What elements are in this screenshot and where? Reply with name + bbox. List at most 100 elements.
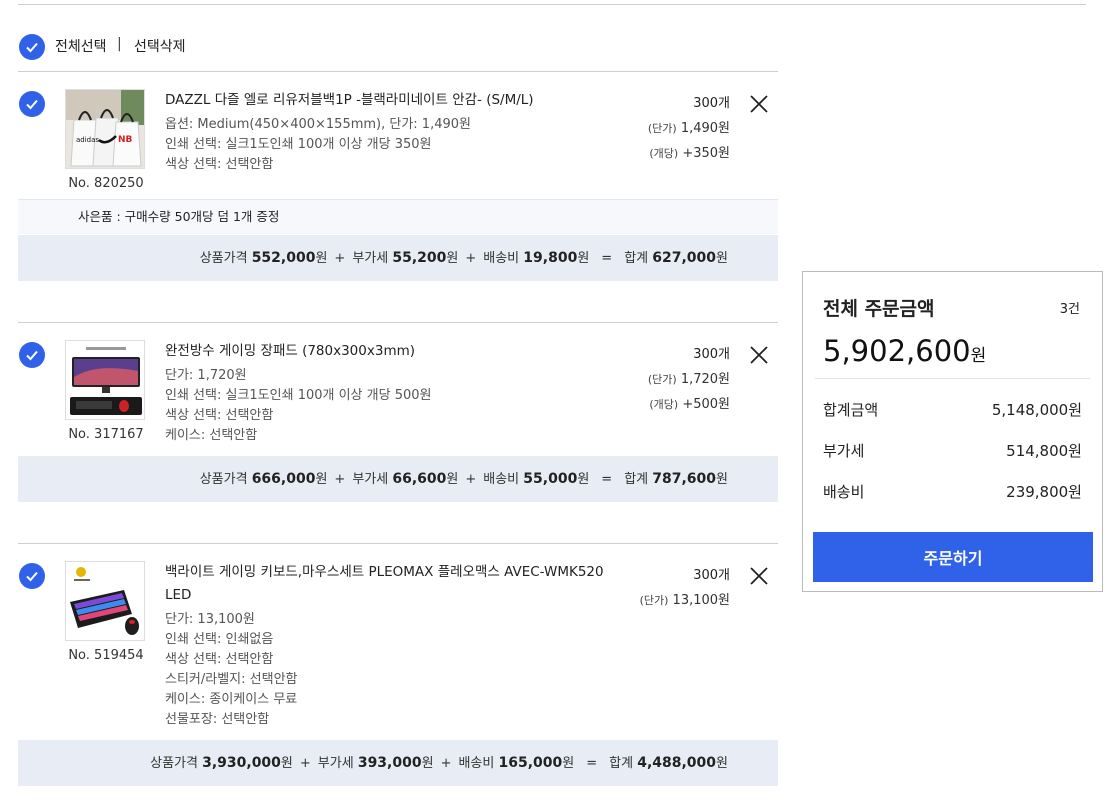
shipping-price: 165,000 <box>498 755 563 771</box>
shipping-row: 배송비 239,800원 <box>823 481 1082 502</box>
item-unit-price: (단가) 13,100원 <box>640 589 730 608</box>
order-button[interactable]: 주문하기 <box>813 532 1093 582</box>
svg-text:NB: NB <box>118 135 133 145</box>
vat-label: 부가세 <box>352 251 389 266</box>
item-option: 색상 선택: 선택안함 <box>165 408 274 423</box>
subtotal-label: 합계금액 <box>823 401 879 419</box>
item-quantity: 300개 <box>693 347 730 362</box>
item-option: 인쇄 선택: 실크1도인쇄 100개 이상 개당 350원 <box>165 137 432 152</box>
vat-label: 부가세 <box>352 472 389 487</box>
shipping-label: 배송비 <box>458 756 495 771</box>
item-checkbox[interactable] <box>19 91 45 117</box>
item-option: 색상 선택: 선택안함 <box>165 652 274 667</box>
panel-divider <box>815 378 1090 379</box>
unit-price-label: (단가) <box>647 122 677 135</box>
select-separator: | <box>117 36 122 52</box>
item-extra-price: (개당) +500원 <box>649 393 730 412</box>
close-icon[interactable] <box>749 94 769 114</box>
item-unit-price: (단가) 1,490원 <box>648 117 730 136</box>
close-icon[interactable] <box>749 566 769 586</box>
vat-price: 66,600 <box>392 471 447 487</box>
item-unit-price: (단가) 1,720원 <box>648 368 730 387</box>
select-all-checkbox[interactable] <box>19 34 45 60</box>
item-option: 옵션: Medium(450×400×155mm), 단가: 1,490원 <box>165 117 471 132</box>
checkmark-icon <box>26 571 38 582</box>
product-price: 3,930,000 <box>202 755 281 771</box>
item-option: 인쇄 선택: 인쇄없음 <box>165 632 274 647</box>
vat-label: 부가세 <box>317 756 354 771</box>
item-title[interactable]: 완전방수 게이밍 장패드 (780x300x3mm) <box>165 340 415 363</box>
item-extra-price: (개당) +350원 <box>649 142 730 161</box>
product-price-label: 상품가격 <box>150 756 198 771</box>
extra-price-label: (개당) <box>649 398 679 411</box>
won-unit: 원 <box>446 251 459 266</box>
item-title[interactable]: 백라이트 게이밍 키보드,마우스세트 PLEOMAX 플레오맥스 AVEC-WM… <box>165 561 604 584</box>
order-grand-total: 5,902,600원 <box>823 334 986 368</box>
item-option: 케이스: 선택안함 <box>165 428 258 443</box>
item-option: 단가: 1,720원 <box>165 368 247 383</box>
shipping-row-value: 239,800원 <box>1006 483 1082 501</box>
total-price: 627,000 <box>652 250 717 266</box>
gift-text: 사은품 : 구매수량 50개당 덤 1개 증정 <box>78 209 280 224</box>
product-thumbnail[interactable]: adidas NB <box>65 89 145 169</box>
item-title-line2[interactable]: LED <box>165 584 191 607</box>
item-checkbox[interactable] <box>19 563 45 589</box>
vat-price: 55,200 <box>392 250 447 266</box>
total-label: 합계 <box>609 756 634 771</box>
grand-total-won: 원 <box>970 346 987 366</box>
won-unit: 원 <box>421 756 434 771</box>
grand-total-value: 5,902,600 <box>823 334 971 368</box>
unit-price-label: (단가) <box>647 373 677 386</box>
won-unit: 원 <box>562 756 575 771</box>
item-title[interactable]: DAZZL 다즐 엘로 리유저블백1P -블랙라미네이트 안감- (S/M/L) <box>165 89 534 112</box>
select-all-label[interactable]: 전체선택 <box>55 36 107 56</box>
svg-text:adidas: adidas <box>76 136 99 144</box>
extra-price-value: +350원 <box>682 146 730 161</box>
checkmark-icon <box>26 99 38 110</box>
product-thumbnail[interactable] <box>65 561 145 641</box>
won-unit: 원 <box>577 472 590 487</box>
unit-price-label: (단가) <box>639 594 669 607</box>
won-unit: 원 <box>446 472 459 487</box>
order-summary-panel: 전체 주문금액 3건 5,902,600원 합계금액 5,148,000원 부가… <box>802 271 1103 592</box>
shipping-price: 55,000 <box>523 471 578 487</box>
won-unit: 원 <box>315 251 328 266</box>
keyboard-mouse-image <box>66 562 144 640</box>
mousepad-image <box>66 341 144 419</box>
won-unit: 원 <box>577 251 590 266</box>
extra-price-label: (개당) <box>649 147 679 160</box>
item-checkbox[interactable] <box>19 342 45 368</box>
item-divider <box>18 543 778 544</box>
close-icon[interactable] <box>749 345 769 365</box>
won-unit: 원 <box>716 251 728 266</box>
vat-row-label: 부가세 <box>823 442 865 460</box>
item-number: No. 519454 <box>68 648 144 663</box>
product-price-label: 상품가격 <box>199 472 248 487</box>
delete-selected-button[interactable]: 선택삭제 <box>134 36 186 56</box>
vat-row: 부가세 514,800원 <box>823 440 1082 461</box>
item-number: No. 317167 <box>68 427 144 442</box>
product-thumbnail[interactable] <box>65 340 145 420</box>
won-unit: 원 <box>716 756 728 771</box>
item-option: 인쇄 선택: 실크1도인쇄 100개 이상 개당 500원 <box>165 388 432 403</box>
item-option: 단가: 13,100원 <box>165 612 255 627</box>
item-price-summary: 상품가격 3,930,000원 + 부가세 393,000원 + 배송비 165,000… <box>18 740 778 786</box>
item-quantity: 300개 <box>693 96 730 111</box>
item-divider <box>18 71 778 72</box>
won-unit: 원 <box>716 472 728 487</box>
unit-price-value: 1,490원 <box>680 121 730 136</box>
item-price-summary: 상품가격 552,000원 + 부가세 55,200원 + 배송비 19,800원 = 합계… <box>18 235 778 281</box>
item-divider <box>18 322 778 323</box>
gift-notice: 사은품 : 구매수량 50개당 덤 1개 증정 <box>18 199 778 234</box>
won-unit: 원 <box>280 756 293 771</box>
shipping-label: 배송비 <box>483 472 520 487</box>
vat-row-value: 514,800원 <box>1006 442 1082 460</box>
unit-price-value: 1,720원 <box>680 372 730 387</box>
won-unit: 원 <box>315 472 328 487</box>
product-price-label: 상품가격 <box>199 251 248 266</box>
total-price: 787,600 <box>652 471 717 487</box>
item-option: 색상 선택: 선택안함 <box>165 157 274 172</box>
product-price: 666,000 <box>251 471 316 487</box>
shipping-label: 배송비 <box>483 251 520 266</box>
item-option: 케이스: 종이케이스 무료 <box>165 692 298 707</box>
